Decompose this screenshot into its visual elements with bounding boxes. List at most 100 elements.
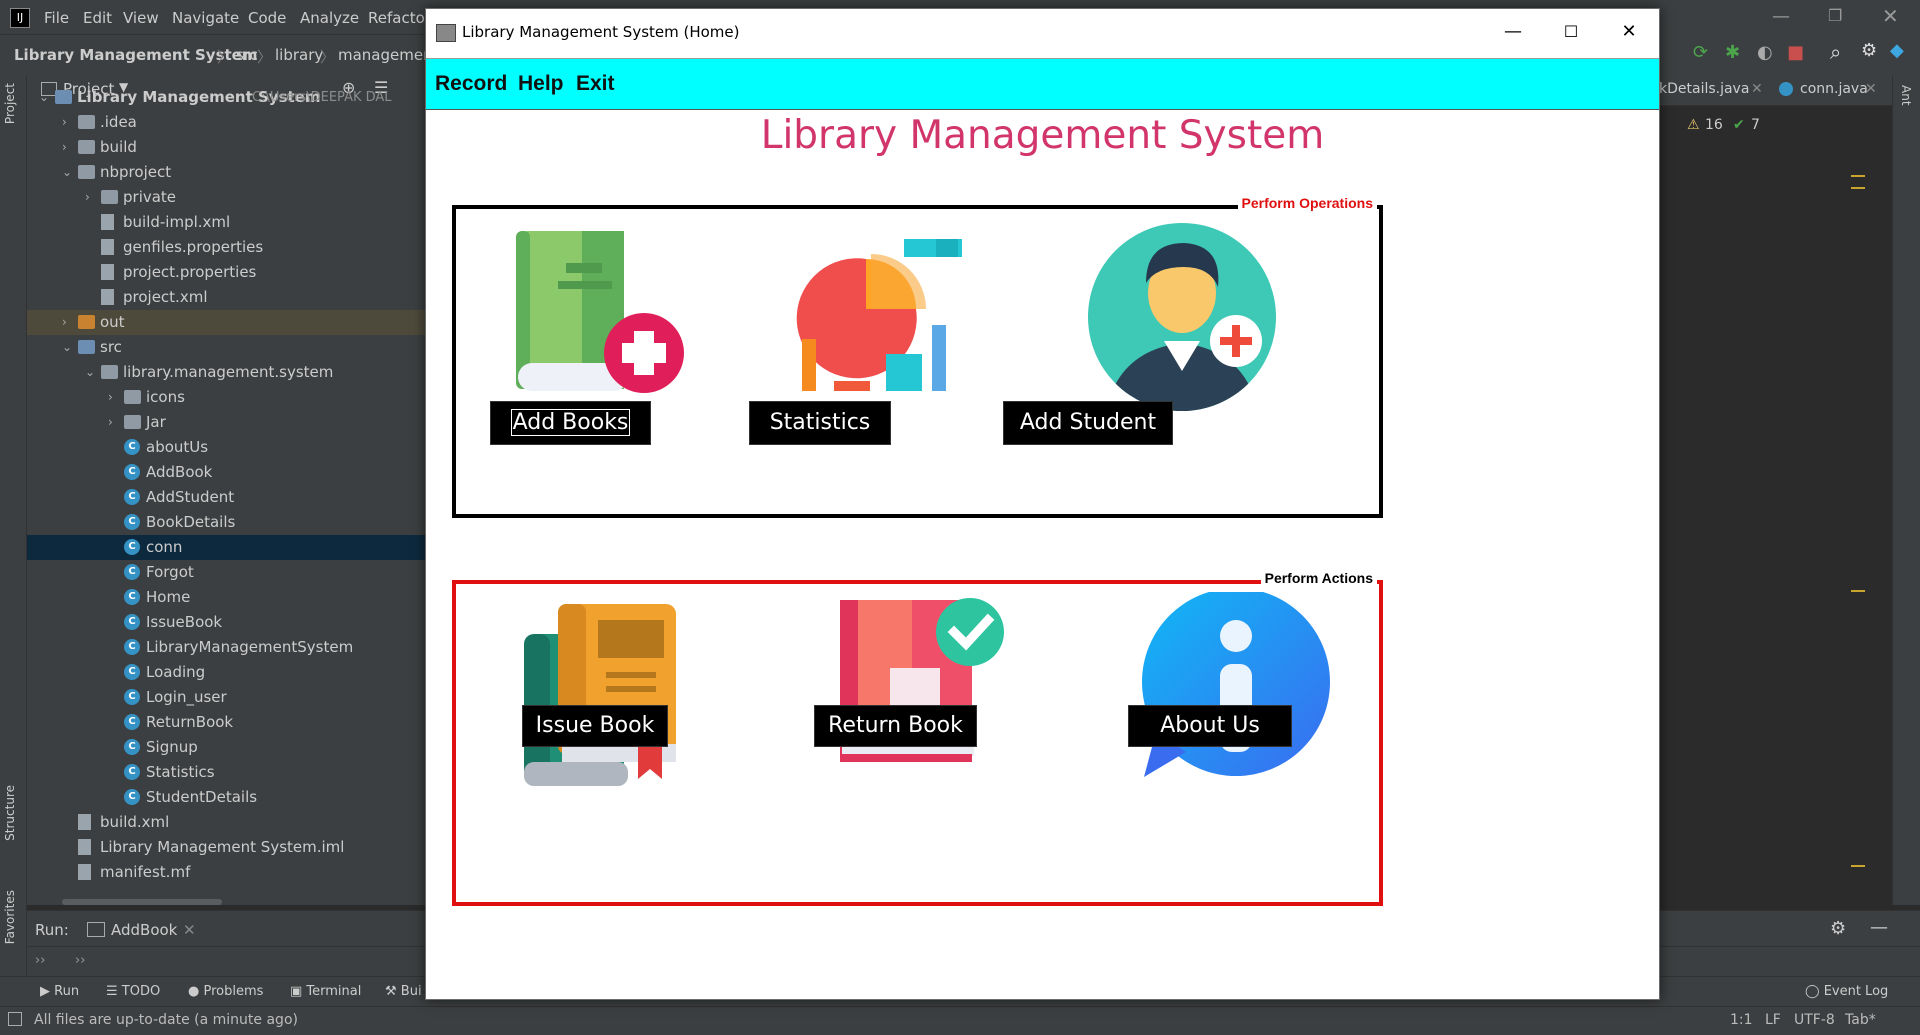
tree-item[interactable]: Library Management System.iml <box>27 835 425 860</box>
tree-item[interactable]: › build <box>27 135 425 160</box>
about-us-button[interactable]: About Us <box>1128 705 1292 747</box>
debug-icon[interactable]: ✱ <box>1725 42 1740 63</box>
search-icon[interactable]: ⌕ <box>1830 40 1841 64</box>
chevron-down-icon[interactable]: ⌄ <box>62 335 72 360</box>
scrollbar[interactable] <box>62 899 222 905</box>
close-icon[interactable]: ✕ <box>183 921 196 939</box>
chevron-down-icon[interactable]: ⌄ <box>62 160 72 185</box>
tab-bookdetails[interactable]: kDetails.java <box>1659 81 1749 97</box>
minimize-icon[interactable]: — <box>1498 17 1528 47</box>
chevron-right-icon[interactable]: › <box>62 110 67 135</box>
tree-item[interactable]: C Statistics <box>27 760 425 785</box>
status-indent[interactable]: Tab* <box>1845 1012 1876 1028</box>
tree-item[interactable]: C Signup <box>27 735 425 760</box>
tree-item[interactable]: C AddBook <box>27 460 425 485</box>
tree-item[interactable]: ⌄ Library Management System C:\Users\DEEPA… <box>27 85 425 110</box>
menu-file[interactable]: File <box>44 9 69 27</box>
menu-edit[interactable]: Edit <box>83 9 112 27</box>
gear-icon[interactable]: ⚙ <box>1861 40 1877 61</box>
maximize-icon[interactable]: ☐ <box>1556 17 1586 47</box>
tree-item[interactable]: build.xml <box>27 810 425 835</box>
tree-item[interactable]: genfiles.properties <box>27 235 425 260</box>
tab-favorites[interactable]: Favorites <box>3 890 17 944</box>
tab-ant[interactable]: Ant <box>1899 85 1913 106</box>
tool-todo[interactable]: ☰ TODO <box>106 984 160 999</box>
tree-item[interactable]: C Login_user <box>27 685 425 710</box>
tab-project[interactable]: Project <box>3 83 17 124</box>
status-encoding[interactable]: UTF-8 <box>1794 1012 1835 1028</box>
tree-item[interactable]: C Home <box>27 585 425 610</box>
expand-icon[interactable]: ›› <box>75 953 85 968</box>
tree-item[interactable]: C ReturnBook <box>27 710 425 735</box>
menu-view[interactable]: View <box>123 9 159 27</box>
breadcrumb-src[interactable]: src <box>236 46 258 64</box>
close-icon[interactable]: ✕ <box>1865 81 1877 97</box>
tree-item[interactable]: C AddStudent <box>27 485 425 510</box>
tree-item[interactable]: › out <box>27 310 425 335</box>
tree-item[interactable]: project.xml <box>27 285 425 310</box>
tree-item[interactable]: C IssueBook <box>27 610 425 635</box>
status-line-ending[interactable]: LF <box>1765 1012 1781 1028</box>
tree-item[interactable]: C Forgot <box>27 560 425 585</box>
coverage-icon[interactable]: ◐ <box>1757 42 1773 63</box>
chevron-right-icon[interactable]: › <box>85 185 90 210</box>
expand-icon[interactable]: ›› <box>35 953 45 968</box>
plugin-icon[interactable]: ◆ <box>1890 40 1904 61</box>
rerun-icon[interactable]: ⟳ <box>1693 42 1708 63</box>
add-student-button[interactable]: Add Student <box>1003 401 1173 445</box>
tree-item[interactable]: › Jar <box>27 410 425 435</box>
menu-exit[interactable]: Exit <box>576 72 615 96</box>
tool-event-log[interactable]: ◯ Event Log <box>1805 984 1888 999</box>
tree-item[interactable]: C Loading <box>27 660 425 685</box>
tree-item-label: LibraryManagementSystem <box>146 638 354 656</box>
tool-terminal[interactable]: ▣ Terminal <box>290 984 361 999</box>
menu-record[interactable]: Record <box>435 72 507 96</box>
tree-item[interactable]: C StudentDetails <box>27 785 425 810</box>
tree-item[interactable]: project.properties <box>27 260 425 285</box>
chevron-right-icon[interactable]: › <box>108 410 113 435</box>
tree-item[interactable]: ⌄ library.management.system <box>27 360 425 385</box>
breadcrumb-library[interactable]: library <box>275 46 323 64</box>
chevron-right-icon[interactable]: › <box>62 310 67 335</box>
chevron-right-icon[interactable]: › <box>108 385 113 410</box>
close-icon[interactable]: ✕ <box>1751 81 1763 97</box>
minimize-icon[interactable]: — <box>1772 6 1790 27</box>
menu-navigate[interactable]: Navigate <box>172 9 239 27</box>
statistics-button[interactable]: Statistics <box>749 401 891 445</box>
gear-icon[interactable]: ⚙ <box>1830 918 1846 939</box>
close-icon[interactable]: ✕ <box>1882 4 1899 28</box>
stop-icon[interactable]: ■ <box>1787 42 1804 63</box>
minimize-icon[interactable]: — <box>1870 917 1888 938</box>
tab-conn[interactable]: conn.java <box>1800 81 1868 97</box>
tree-item[interactable]: › icons <box>27 385 425 410</box>
tree-item[interactable]: C LibraryManagementSystem <box>27 635 425 660</box>
tool-problems[interactable]: ● Problems <box>188 984 263 999</box>
tree-item[interactable]: › private <box>27 185 425 210</box>
chevron-down-icon[interactable]: ⌄ <box>85 360 95 385</box>
tree-item[interactable]: CaboutUs <box>27 435 425 460</box>
run-tab-addbook[interactable]: AddBook <box>111 921 177 939</box>
breadcrumb-management[interactable]: management <box>338 46 438 64</box>
tree-item[interactable]: build-impl.xml <box>27 210 425 235</box>
chevron-right-icon[interactable]: › <box>62 135 67 160</box>
restore-icon[interactable]: ❐ <box>1828 6 1842 25</box>
tree-item[interactable]: manifest.mf <box>27 860 425 885</box>
tab-structure[interactable]: Structure <box>3 785 17 841</box>
menu-refactor[interactable]: Refactor <box>368 9 431 27</box>
menu-code[interactable]: Code <box>248 9 286 27</box>
status-position[interactable]: 1:1 <box>1730 1012 1753 1028</box>
menu-help[interactable]: Help <box>518 72 564 96</box>
issue-book-button[interactable]: Issue Book <box>522 705 668 747</box>
tree-item[interactable]: C BookDetails <box>27 510 425 535</box>
tree-item[interactable]: ⌄ nbproject <box>27 160 425 185</box>
return-book-button[interactable]: Return Book <box>814 705 977 747</box>
close-icon[interactable]: ✕ <box>1614 17 1644 47</box>
tool-run[interactable]: ▶ Run <box>40 984 79 999</box>
menu-analyze[interactable]: Analyze <box>300 9 359 27</box>
chevron-down-icon[interactable]: ⌄ <box>39 85 49 110</box>
tool-build[interactable]: ⚒ Bui <box>385 984 422 999</box>
add-books-button[interactable]: Add Books <box>490 401 651 445</box>
tree-item[interactable]: ⌄ src <box>27 335 425 360</box>
tree-item[interactable]: Cconn <box>27 535 425 560</box>
tree-item[interactable]: › .idea <box>27 110 425 135</box>
